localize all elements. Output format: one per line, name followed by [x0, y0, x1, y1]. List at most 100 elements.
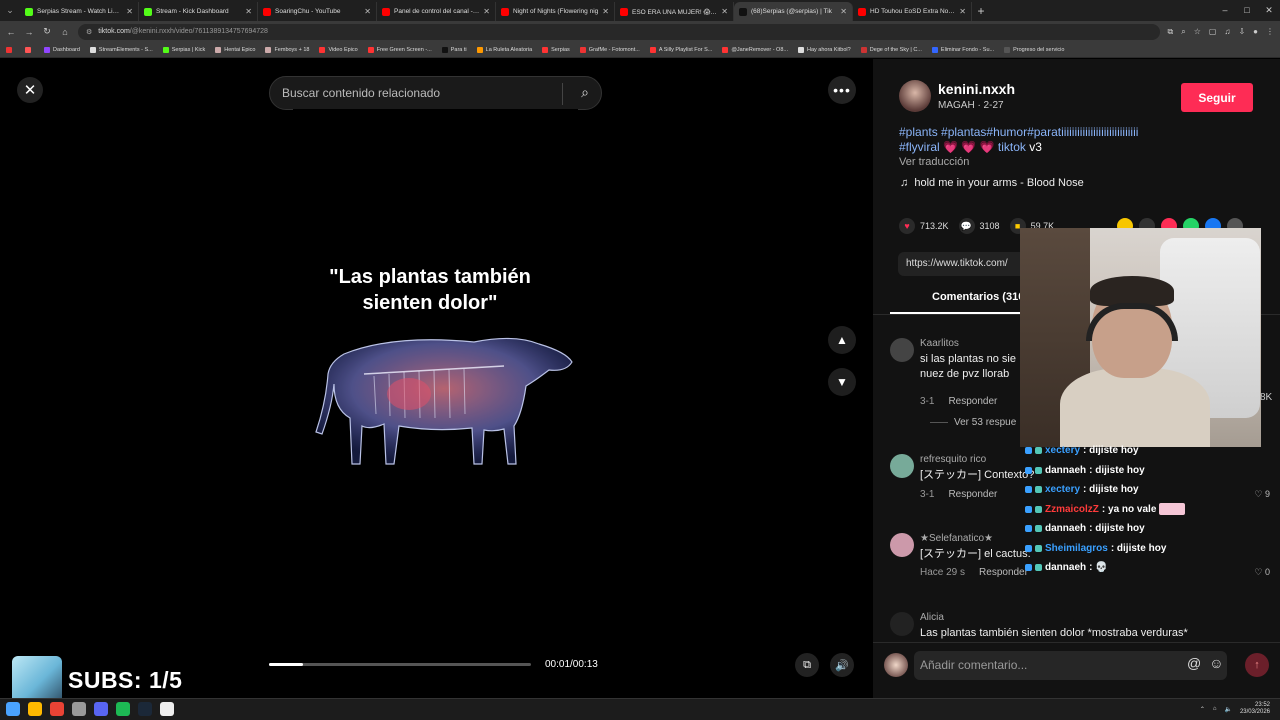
- tab-close-icon[interactable]: ✕: [959, 7, 966, 16]
- tab-close-icon[interactable]: ✕: [840, 7, 847, 16]
- app-icon[interactable]: [72, 702, 86, 716]
- close-window-icon[interactable]: ✕: [1258, 0, 1280, 21]
- see-translation-link[interactable]: Ver traducción: [899, 156, 969, 168]
- bookmark-item[interactable]: Serpias | Kick: [162, 46, 205, 53]
- comment-username[interactable]: Alicia: [920, 612, 944, 623]
- reply-button[interactable]: Responder: [979, 567, 1028, 578]
- bookmark-star-icon[interactable]: ☆: [1194, 27, 1201, 37]
- hashtags-line[interactable]: #plants #plantas#humor#paratiiiiiiiiiiii…: [899, 125, 1138, 139]
- more-options-button[interactable]: •••: [828, 76, 856, 104]
- steam-icon[interactable]: [138, 702, 152, 716]
- downloads-icon[interactable]: ⇩: [1238, 27, 1245, 37]
- bookmark-item[interactable]: [6, 46, 15, 53]
- bookmark-item[interactable]: StreamElements - S...: [89, 46, 153, 53]
- browser-tab[interactable]: Serpias Stream - Watch Live on ✕: [20, 2, 139, 21]
- browser-tab[interactable]: HD Touhou EoSD Extra No Dea ✕: [853, 2, 972, 21]
- bookmark-item[interactable]: Dashboard: [44, 46, 80, 53]
- cast-icon[interactable]: ⧉: [1168, 27, 1174, 37]
- comment-avatar[interactable]: [890, 454, 914, 478]
- home-icon[interactable]: ⌂: [60, 27, 70, 37]
- tab-comments[interactable]: Comentarios (310: [932, 291, 1024, 303]
- author-name[interactable]: kenini.nxxh: [938, 81, 1015, 97]
- search-icon[interactable]: ⌕: [581, 84, 589, 101]
- back-icon[interactable]: ←: [6, 27, 16, 37]
- next-video-button[interactable]: ▼: [828, 368, 856, 396]
- tab-search-icon[interactable]: ⌄: [0, 0, 20, 21]
- forward-icon[interactable]: →: [24, 27, 34, 37]
- start-icon[interactable]: [6, 702, 20, 716]
- bookmark-item[interactable]: Free Green Screen -...: [367, 46, 432, 53]
- bookmark-item[interactable]: Femboys + 18: [265, 46, 309, 53]
- floating-player-button[interactable]: ⧉: [795, 653, 819, 677]
- site-info-icon[interactable]: ⚙: [86, 28, 92, 36]
- extensions-icon[interactable]: ▢: [1209, 27, 1217, 37]
- comment-username[interactable]: Kaarlitos: [920, 338, 959, 349]
- network-icon[interactable]: ⌂: [1213, 706, 1217, 712]
- browser-tab[interactable]: (68)Serpias (@serpias) | Tik ✕: [734, 2, 853, 21]
- bookmark-item[interactable]: Video Epico: [319, 46, 358, 53]
- bookmark-item[interactable]: A Silly Playlist For S...: [649, 46, 712, 53]
- bookmark-item[interactable]: La Ruleta Aleatoria: [476, 46, 532, 53]
- hashtag-flyviral[interactable]: #flyviral: [899, 140, 940, 154]
- comment-avatar[interactable]: [890, 533, 914, 557]
- comment-username[interactable]: refresquito rico: [920, 454, 986, 465]
- music-link[interactable]: ♫ hold me in your arms - Blood Nose: [900, 177, 1084, 189]
- comment-action[interactable]: 💬 3108: [958, 218, 1000, 234]
- browser-tab[interactable]: ESO ERA UNA MUJER! 😱 #m ✕: [615, 2, 734, 21]
- reply-button[interactable]: Responder: [948, 396, 997, 407]
- comment-username[interactable]: ★Selefanatico★: [920, 533, 993, 544]
- bookmark-item[interactable]: @JaneRemover - O8...: [722, 46, 788, 53]
- video-progress-bar[interactable]: [269, 663, 531, 666]
- author-avatar[interactable]: [899, 80, 931, 112]
- search-input[interactable]: Buscar contenido relacionado: [282, 86, 440, 100]
- bookmark-item[interactable]: [25, 46, 34, 53]
- new-tab-button[interactable]: +: [972, 2, 990, 21]
- explorer-icon[interactable]: [28, 702, 42, 716]
- bookmark-item[interactable]: Hay ahora Kitbol?: [797, 46, 851, 53]
- related-search-box[interactable]: Buscar contenido relacionado ⌕: [269, 76, 602, 110]
- mention-icon[interactable]: @: [1187, 655, 1201, 671]
- minimize-icon[interactable]: –: [1214, 0, 1236, 21]
- volume-button[interactable]: 🔊: [830, 653, 854, 677]
- address-bar[interactable]: ⚙ tiktok.com/@kenini.nxxh/video/76113891…: [78, 23, 1160, 40]
- follow-button[interactable]: Seguir: [1181, 83, 1253, 112]
- tab-close-icon[interactable]: ✕: [721, 7, 728, 16]
- tab-close-icon[interactable]: ✕: [126, 7, 133, 16]
- bookmark-item[interactable]: GrafMe - Fotomont...: [579, 46, 640, 53]
- bookmark-item[interactable]: Para ti: [441, 46, 467, 53]
- browser-tab[interactable]: Night of Nights (Flowering nig ✕: [496, 2, 615, 21]
- tab-close-icon[interactable]: ✕: [602, 7, 609, 16]
- volume-tray-icon[interactable]: 🔈: [1224, 706, 1231, 713]
- tray-chevron-icon[interactable]: ⌃: [1200, 706, 1205, 713]
- bookmark-item[interactable]: Serpias: [542, 46, 570, 53]
- browser-tab[interactable]: Stream - Kick Dashboard ✕: [139, 2, 258, 21]
- bookmark-item[interactable]: Dege of the Sky | C...: [860, 46, 922, 53]
- previous-video-button[interactable]: ▲: [828, 326, 856, 354]
- like-action[interactable]: ♥ 713.2K: [899, 218, 949, 234]
- bookmark-item[interactable]: Progreso del servicio: [1004, 46, 1064, 53]
- profile-icon[interactable]: ●: [1253, 27, 1258, 37]
- add-comment-input[interactable]: Añadir comentario...: [914, 651, 1227, 680]
- media-icon[interactable]: ♫: [1224, 27, 1230, 37]
- close-video-button[interactable]: ✕: [17, 77, 43, 103]
- obs-icon[interactable]: [160, 702, 174, 716]
- reply-button[interactable]: Responder: [948, 489, 997, 500]
- comment-avatar[interactable]: [890, 612, 914, 636]
- hashtag-tiktok[interactable]: tiktok: [998, 140, 1026, 154]
- view-replies-link[interactable]: Ver 53 respue: [930, 417, 1016, 428]
- tab-close-icon[interactable]: ✕: [364, 7, 371, 16]
- zoom-icon[interactable]: ⌕: [1181, 27, 1185, 37]
- tab-close-icon[interactable]: ✕: [483, 7, 490, 16]
- bookmark-item[interactable]: Hentai Epico: [215, 46, 255, 53]
- maximize-icon[interactable]: □: [1236, 0, 1258, 21]
- spotify-icon[interactable]: [116, 702, 130, 716]
- tab-close-icon[interactable]: ✕: [245, 7, 252, 16]
- discord-icon[interactable]: [94, 702, 108, 716]
- comment-like[interactable]: ♡ 9: [1254, 489, 1270, 500]
- system-clock[interactable]: 23:52 23/03/2026: [1240, 702, 1270, 716]
- comment-avatar[interactable]: [890, 338, 914, 362]
- browser-menu-icon[interactable]: ⋮: [1266, 27, 1274, 37]
- send-comment-button[interactable]: ↑: [1245, 653, 1269, 677]
- comment-like[interactable]: ♡ 0: [1254, 567, 1270, 578]
- browser-tab[interactable]: SoaringChu - YouTube ✕: [258, 2, 377, 21]
